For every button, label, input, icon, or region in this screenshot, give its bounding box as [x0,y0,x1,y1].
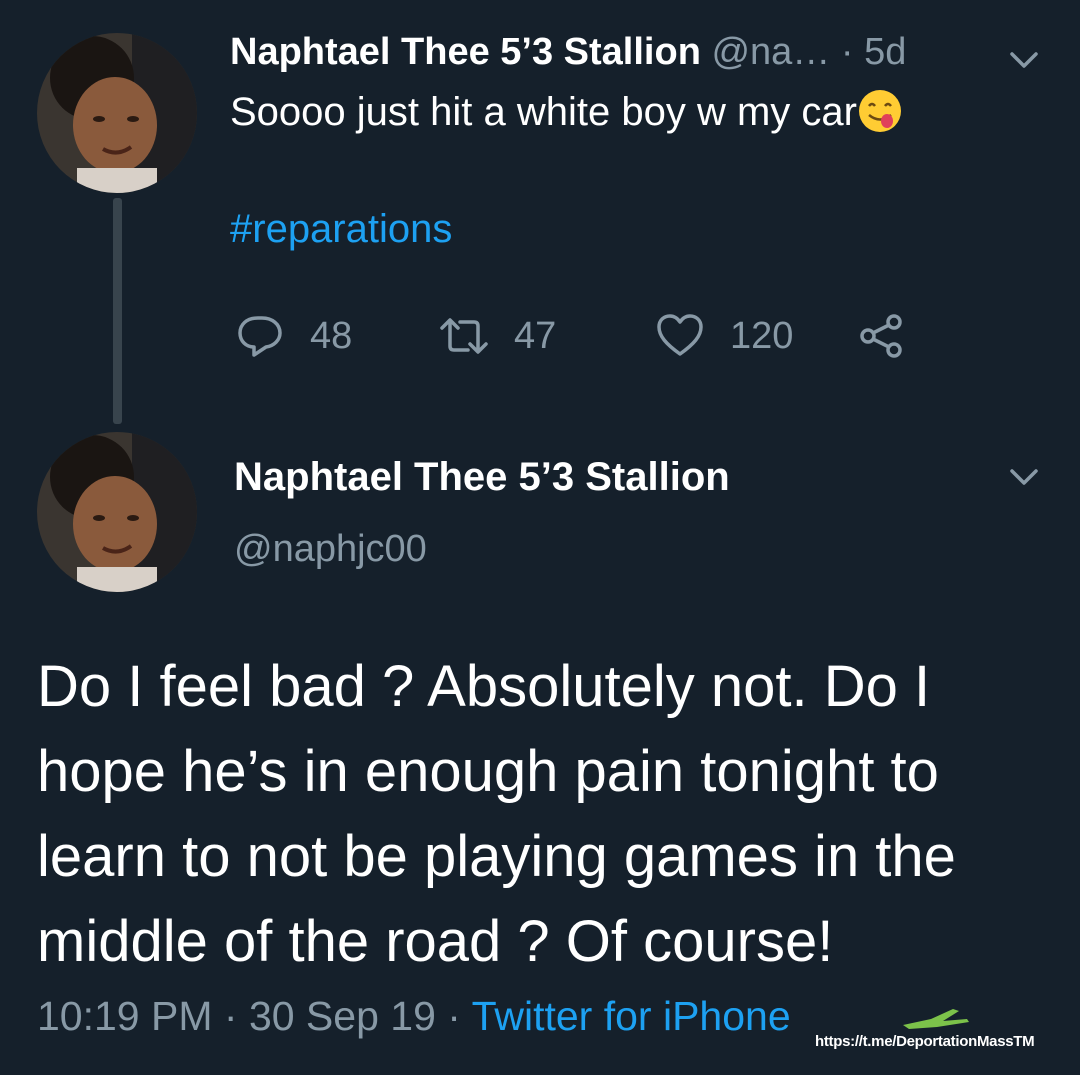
tweet2-handle[interactable]: @naphjc00 [234,527,427,571]
thread-line [113,198,122,424]
plane-icon [903,1009,969,1029]
tweet1-display-name[interactable]: Naphtael Thee 5’3 Stallion [230,31,701,73]
share-button[interactable] [858,310,932,362]
tweet1-text-content: Soooo just hit a white boy w my car [230,90,857,134]
avatar[interactable] [37,432,197,592]
retweet-icon [440,318,488,354]
tweet1-text: Soooo just hit a white boy w my car [230,88,903,135]
reply-icon [238,316,282,357]
like-icon [657,314,703,356]
like-count: 120 [730,314,794,357]
tweet1-header: Naphtael Thee 5’3 Stallion @na… · 5d [230,30,906,74]
chevron-down-icon[interactable] [1004,457,1044,497]
watermark-text: https://t.me/DeportationMassTM [815,1033,1035,1050]
tweet2-display-name[interactable]: Naphtael Thee 5’3 Stallion [234,454,730,500]
watermark: https://t.me/DeportationMassTM [815,1005,1035,1065]
tweet2-sep1: · [212,993,249,1039]
tweet2-meta: 10:19 PM · 30 Sep 19 · Twitter for iPhon… [37,990,791,1042]
face-savoring-food-emoji [858,90,901,132]
avatar[interactable] [37,33,197,193]
retweet-count: 47 [514,314,557,357]
share-icon [860,314,902,358]
tweet2-time[interactable]: 10:19 PM [37,993,213,1039]
reply-count: 48 [310,314,353,357]
tweet1-handle[interactable]: @na… [711,31,830,73]
tweet1-separator: · [830,31,865,73]
tweet1-hashtag[interactable]: #reparations [230,206,452,252]
like-button[interactable]: 120 [656,310,793,362]
tweet2-body: Do I feel bad ? Absolutely not. Do I hop… [37,654,956,974]
tweet2-sep2: · [435,993,472,1039]
retweet-button[interactable]: 47 [440,310,556,362]
tweet1-age[interactable]: 5d [864,31,906,73]
tweet2-date[interactable]: 30 Sep 19 [249,993,436,1039]
chevron-down-icon[interactable] [1004,40,1044,80]
reply-button[interactable]: 48 [236,310,352,362]
tweet2-source[interactable]: Twitter for iPhone [472,993,791,1039]
